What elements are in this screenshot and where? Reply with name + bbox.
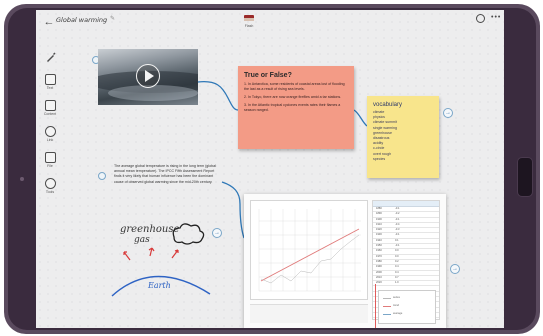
table-cell[interactable]: 1880	[376, 207, 382, 211]
link-icon	[44, 126, 56, 137]
tool-label: Text	[46, 86, 54, 90]
spreadsheet-card[interactable]: 1880 -0.1 1890 -0.2 1900 -0.1 1910 -0.4 1920 -0.3…	[244, 194, 446, 328]
table-cell[interactable]: 1910	[376, 223, 382, 227]
table-cell[interactable]: -0.4	[395, 223, 399, 227]
table-cell[interactable]: 2020	[376, 281, 382, 285]
tool-tools[interactable]: Tools	[40, 178, 60, 200]
table-divider	[375, 284, 376, 328]
tool-label: Link	[46, 138, 54, 142]
table-cell[interactable]: -0.1	[395, 244, 399, 248]
table-cell[interactable]: 1950	[376, 244, 382, 248]
tool-label: Tools	[45, 190, 55, 194]
heat-arrow	[123, 251, 131, 261]
table-cell[interactable]: 1890	[376, 212, 382, 216]
table-cell[interactable]: -0.1	[395, 233, 399, 237]
table-cell[interactable]: 2010	[376, 276, 382, 280]
earth-label: Earth	[147, 281, 171, 290]
table-cell[interactable]: 0.4	[395, 265, 399, 269]
vocabulary-word: species	[373, 156, 386, 161]
tool-file[interactable]: File	[40, 152, 60, 174]
content-icon	[44, 100, 56, 111]
flag-label: Flash	[244, 24, 254, 28]
table-cell[interactable]: 1.0	[395, 281, 399, 285]
document-title[interactable]: Global warming	[56, 16, 107, 24]
table-cell[interactable]: 0.0	[395, 255, 399, 259]
tool-pen[interactable]	[40, 50, 60, 72]
legend-swatch	[383, 306, 391, 307]
sketch-label: greenhouse	[120, 224, 179, 235]
pencil-edit-icon[interactable]: ✎	[110, 15, 115, 22]
table-cell[interactable]: 1990	[376, 265, 382, 269]
table-cell[interactable]: 0.7	[395, 276, 399, 280]
vocabulary-title: vocabulary	[373, 102, 403, 108]
file-icon	[44, 152, 56, 163]
legend-label: series	[393, 296, 400, 299]
table-cell[interactable]: 1960	[376, 249, 382, 253]
heat-arrow	[148, 247, 155, 257]
play-button-icon[interactable]	[136, 64, 160, 88]
pen-icon	[45, 50, 56, 62]
more-options-icon[interactable]: •••	[491, 14, 501, 22]
top-bar: ← Global warming ✎ Flash •••	[36, 10, 504, 42]
legend-swatch	[383, 298, 391, 299]
ocean-foam	[108, 85, 198, 101]
table-cell[interactable]: 0.4	[395, 271, 399, 275]
table-cell[interactable]: 1930	[376, 233, 382, 237]
tools-icon	[44, 178, 56, 189]
tool-text[interactable]: Text	[40, 74, 60, 96]
table-cell[interactable]: 0.1	[395, 239, 399, 243]
tool-label: Content	[43, 112, 57, 116]
hand-drawn-sketch[interactable]: greenhouse gas Earth	[106, 222, 216, 298]
legend-label: average	[393, 312, 403, 315]
legend-swatch	[383, 314, 391, 315]
tool-label: File	[47, 164, 53, 168]
line-chart-panel[interactable]	[250, 200, 368, 300]
spreadsheet-arrow-icon[interactable]: →	[450, 264, 460, 274]
quiz-item: 3. In the Atlantic tropical cyclones eve…	[244, 103, 341, 112]
table-cell[interactable]: 0.0	[395, 249, 399, 253]
table-cell[interactable]: -0.1	[395, 207, 399, 211]
table-cell[interactable]: 2000	[376, 271, 382, 275]
tool-content[interactable]: Content	[40, 100, 60, 122]
chart-legend: series trend average	[378, 290, 436, 324]
share-icon[interactable]	[476, 14, 485, 23]
back-arrow-icon[interactable]: ←	[42, 15, 56, 29]
series-line	[260, 234, 360, 284]
table-cell[interactable]: 1970	[376, 255, 382, 259]
paragraph-text[interactable]: The average global temperature is rising…	[114, 164, 222, 185]
vocabulary-sticky-note[interactable]: vocabulary climate physics climate summi…	[367, 96, 439, 178]
table-cell[interactable]: 1940	[376, 239, 382, 243]
text-icon	[44, 74, 56, 85]
text-link-icon[interactable]	[98, 172, 106, 180]
quiz-title: True or False?	[244, 72, 292, 79]
sketch-arrow-icon[interactable]: →	[212, 228, 222, 238]
tool-link[interactable]: Link	[40, 126, 60, 148]
table-cell[interactable]: 1920	[376, 228, 382, 232]
legend-label: trend	[393, 304, 399, 307]
heat-arrow	[171, 249, 179, 259]
table-cell[interactable]: 1900	[376, 218, 382, 222]
chart-graphic	[258, 209, 361, 292]
camera-dot	[20, 177, 24, 181]
sheet-footer	[250, 304, 368, 323]
quiz-item: 1. In Antarctica, some residents of coas…	[244, 82, 345, 91]
whiteboard-screen: ← Global warming ✎ Flash ••• Text Conten…	[36, 10, 504, 328]
home-button[interactable]	[517, 157, 533, 197]
sketch-label: gas	[134, 235, 150, 245]
table-cell[interactable]: 1980	[376, 260, 382, 264]
table-cell[interactable]: -0.1	[395, 218, 399, 222]
quiz-sticky-note[interactable]: True or False? 1. In Antarctica, some re…	[238, 66, 354, 149]
video-card[interactable]	[98, 49, 198, 105]
table-cell[interactable]: -0.3	[395, 228, 399, 232]
next-arrow-icon[interactable]: →	[443, 108, 453, 118]
table-cell[interactable]: -0.2	[395, 212, 399, 216]
flag-icon[interactable]	[244, 15, 254, 21]
trend-line	[260, 228, 360, 282]
quiz-item: 2. In Tokyo, there are now orange firefl…	[244, 95, 342, 99]
table-cell[interactable]: 0.2	[395, 260, 399, 264]
